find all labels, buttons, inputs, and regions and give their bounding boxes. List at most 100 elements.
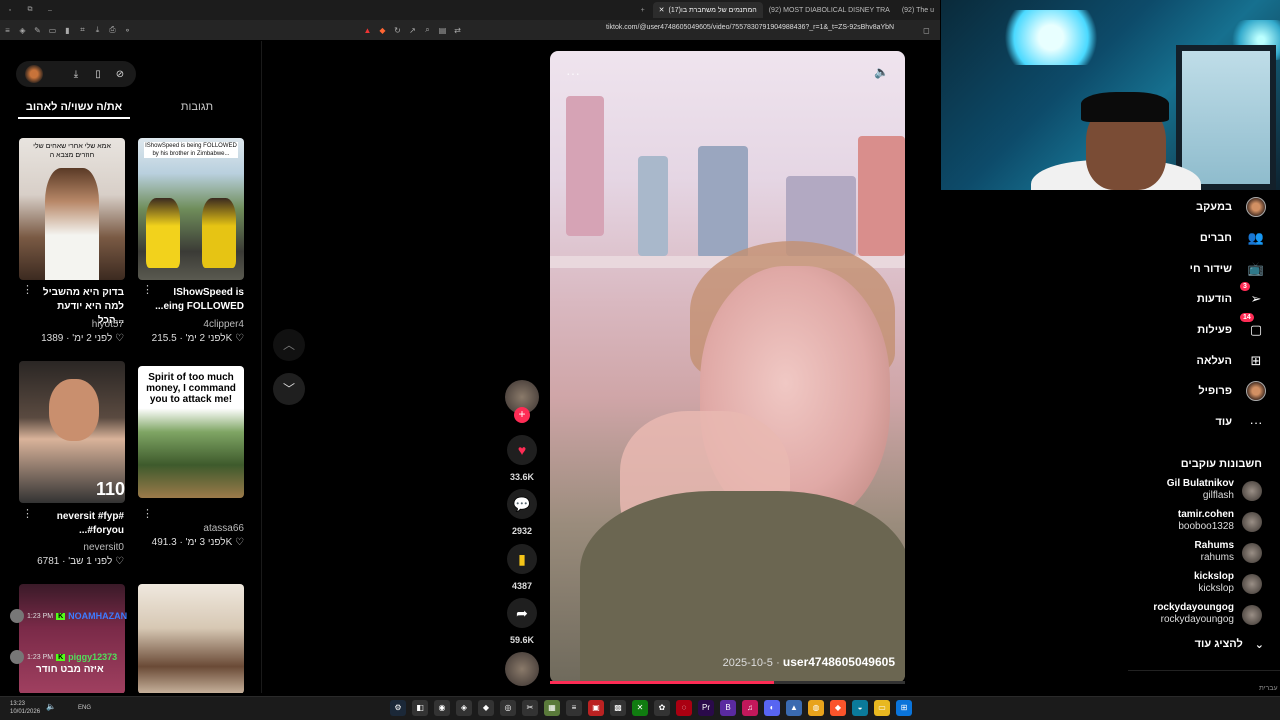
print-icon[interactable]: ⎙ [105,25,120,35]
xbox-icon[interactable]: ✕ [632,700,648,716]
nav-more[interactable]: עוד ··· [1116,410,1266,434]
video-author[interactable]: user4748605049605 [783,655,895,669]
shield-icon[interactable]: ◈ [15,26,30,35]
volume-icon[interactable]: 🔈 [46,702,56,711]
minecraft-icon[interactable]: ▦ [544,700,560,716]
nav-following[interactable]: במעקב [1116,195,1266,219]
download-icon[interactable]: ⤓ [90,25,105,35]
comment-button[interactable]: 💬 [507,489,537,519]
video-thumbnail[interactable] [138,584,244,693]
minimize-icon[interactable]: – [40,7,60,14]
nav-live[interactable]: שידור חי 📺 [1116,257,1266,281]
phone-icon[interactable]: ▯ [87,69,109,80]
music-icon[interactable]: ♫ [742,700,758,716]
share-button[interactable]: ➦ [507,598,537,628]
nav-activity[interactable]: פעילות ▢ 14 [1116,313,1266,342]
sidebar-icon[interactable]: ▮ [60,26,75,35]
warning-icon[interactable]: ▲ [360,26,375,35]
video-author[interactable]: hiyot57 [30,319,124,330]
tab-youtube-1[interactable]: (92) MOST DIABOLICAL DISNEY TRA [763,2,896,18]
bookmark-icon[interactable]: ◻ [919,26,934,35]
video-thumbnail[interactable]: Spirit of too much money, I command you … [138,366,244,498]
show-more-button[interactable]: להציג עוד ⌄ [1150,638,1264,651]
nav-friends[interactable]: חברים 👥 [1116,226,1266,250]
brave-icon[interactable]: ◆ [830,700,846,716]
following-account[interactable]: rockydayoungog rockydayoungog [1140,602,1264,630]
premiere-icon[interactable]: Pr [698,700,714,716]
link-icon[interactable]: ⊘ [109,69,131,80]
windows-start-icon[interactable]: ⊞ [896,700,912,716]
tab-youtube-2[interactable]: (92) The u [896,2,940,18]
share-icon[interactable]: ↗ [405,26,420,35]
volume-icon[interactable]: 🔈 [874,65,889,79]
app-icon[interactable]: ≡ [566,700,582,716]
video-author[interactable]: 4clipper4 [150,319,244,330]
like-button[interactable]: ♥ [507,435,537,465]
pen-icon[interactable]: ✎ [30,26,45,35]
tab-comments[interactable]: תגובות [132,97,261,119]
more-options-icon[interactable]: ⋮ [142,507,153,520]
nav-upload[interactable]: העלאה ⊞ [1116,349,1266,373]
video-thumbnail[interactable]: IShowSpeed is being FOLLOWED by his brot… [138,138,244,280]
nav-profile[interactable]: פרופיל [1116,379,1266,403]
close-tab-icon[interactable]: ✕ [659,6,665,14]
translate-icon[interactable]: ⇄ [450,26,465,35]
new-tab-icon[interactable]: + [633,7,653,14]
avatar[interactable] [25,65,43,83]
reader-icon[interactable]: ▤ [435,26,450,35]
video-thumbnail[interactable]: אמא שלי אחרי שאחים שלי חוזרים מצבא ה [19,138,125,280]
previous-video-button[interactable]: ︿ [273,329,305,361]
more-options-icon[interactable]: ··· [566,65,580,81]
nav-messages[interactable]: הודעות ➢ 3 [1116,282,1266,311]
video-card[interactable]: IShowSpeed is being FOLLOWED by his brot… [138,138,244,280]
app-icon[interactable]: ◧ [412,700,428,716]
taskbar-clock[interactable]: 13:23 10/01/2026 [10,700,40,716]
obs-icon[interactable]: ◉ [434,700,450,716]
video-card[interactable] [138,584,244,693]
address-bar[interactable]: tiktok.com/@user4748605049605/video/7557… [606,24,894,31]
download-icon[interactable]: ⤓ [65,69,87,80]
reload-icon[interactable]: ↻ [390,26,405,35]
menu-icon[interactable]: ≡ [0,26,15,35]
app-icon[interactable]: ▣ [588,700,604,716]
zoom-icon[interactable]: ⌕ [420,25,435,35]
screenshot-icon[interactable]: ▭ [45,26,60,35]
app-icon[interactable]: ◈ [456,700,472,716]
chatgpt-icon[interactable]: ✿ [654,700,670,716]
video-card[interactable]: אמא שלי אחרי שאחים שלי חוזרים מצבא ה [19,138,125,280]
edge-icon[interactable]: ◒ [852,700,868,716]
video-card[interactable]: 110 [19,361,125,503]
video-author[interactable]: atassa66 [150,523,244,534]
sound-disc-icon[interactable] [505,652,539,686]
following-account[interactable]: tamir.cohen booboo1328 [1140,509,1264,537]
tab-you-may-like[interactable]: את/ה עשוי/ה לאהוב [18,97,130,119]
video-progress-bar[interactable] [550,681,905,684]
app-icon[interactable]: ◌ [676,700,692,716]
app-icon[interactable]: B [720,700,736,716]
file-explorer-icon[interactable]: ▭ [874,700,890,716]
video-thumbnail[interactable]: 110 [19,361,125,503]
capcut-icon[interactable]: ✂ [522,700,538,716]
video-player[interactable]: ··· 🔈 2025-10-5 · user4748605049605 [550,51,905,683]
language-indicator[interactable]: ENG [78,705,91,711]
video-thumbnail[interactable] [19,584,125,693]
tab-actions-icon[interactable]: ⧉ [20,6,40,14]
chrome-icon[interactable]: ◍ [808,700,824,716]
video-card[interactable]: Spirit of too much money, I command you … [138,366,244,498]
video-author[interactable]: neversit0 [30,542,124,553]
video-card[interactable] [19,584,125,693]
following-account[interactable]: kickslop kickslop [1140,571,1264,599]
app-icon[interactable]: ◎ [500,700,516,716]
following-account[interactable]: Rahums rahums [1140,540,1264,568]
crop-icon[interactable]: ⌗ [75,25,90,35]
app-icon[interactable]: ▲ [786,700,802,716]
app-icon[interactable]: ▩ [610,700,626,716]
extensions-icon[interactable]: ⚬ [120,26,135,35]
following-account[interactable]: Gil Bulatnikov gilflash [1140,478,1264,506]
discord-icon[interactable]: ◐ [764,700,780,716]
steam-icon[interactable]: ⚙ [390,700,406,716]
tab-tiktok[interactable]: ✕ (17)המתנמים של משחברת בו [652,2,763,18]
window-menu-icon[interactable]: ▫ [0,7,20,14]
save-button[interactable]: ▮ [507,544,537,574]
follow-plus-icon[interactable]: + [514,407,530,423]
